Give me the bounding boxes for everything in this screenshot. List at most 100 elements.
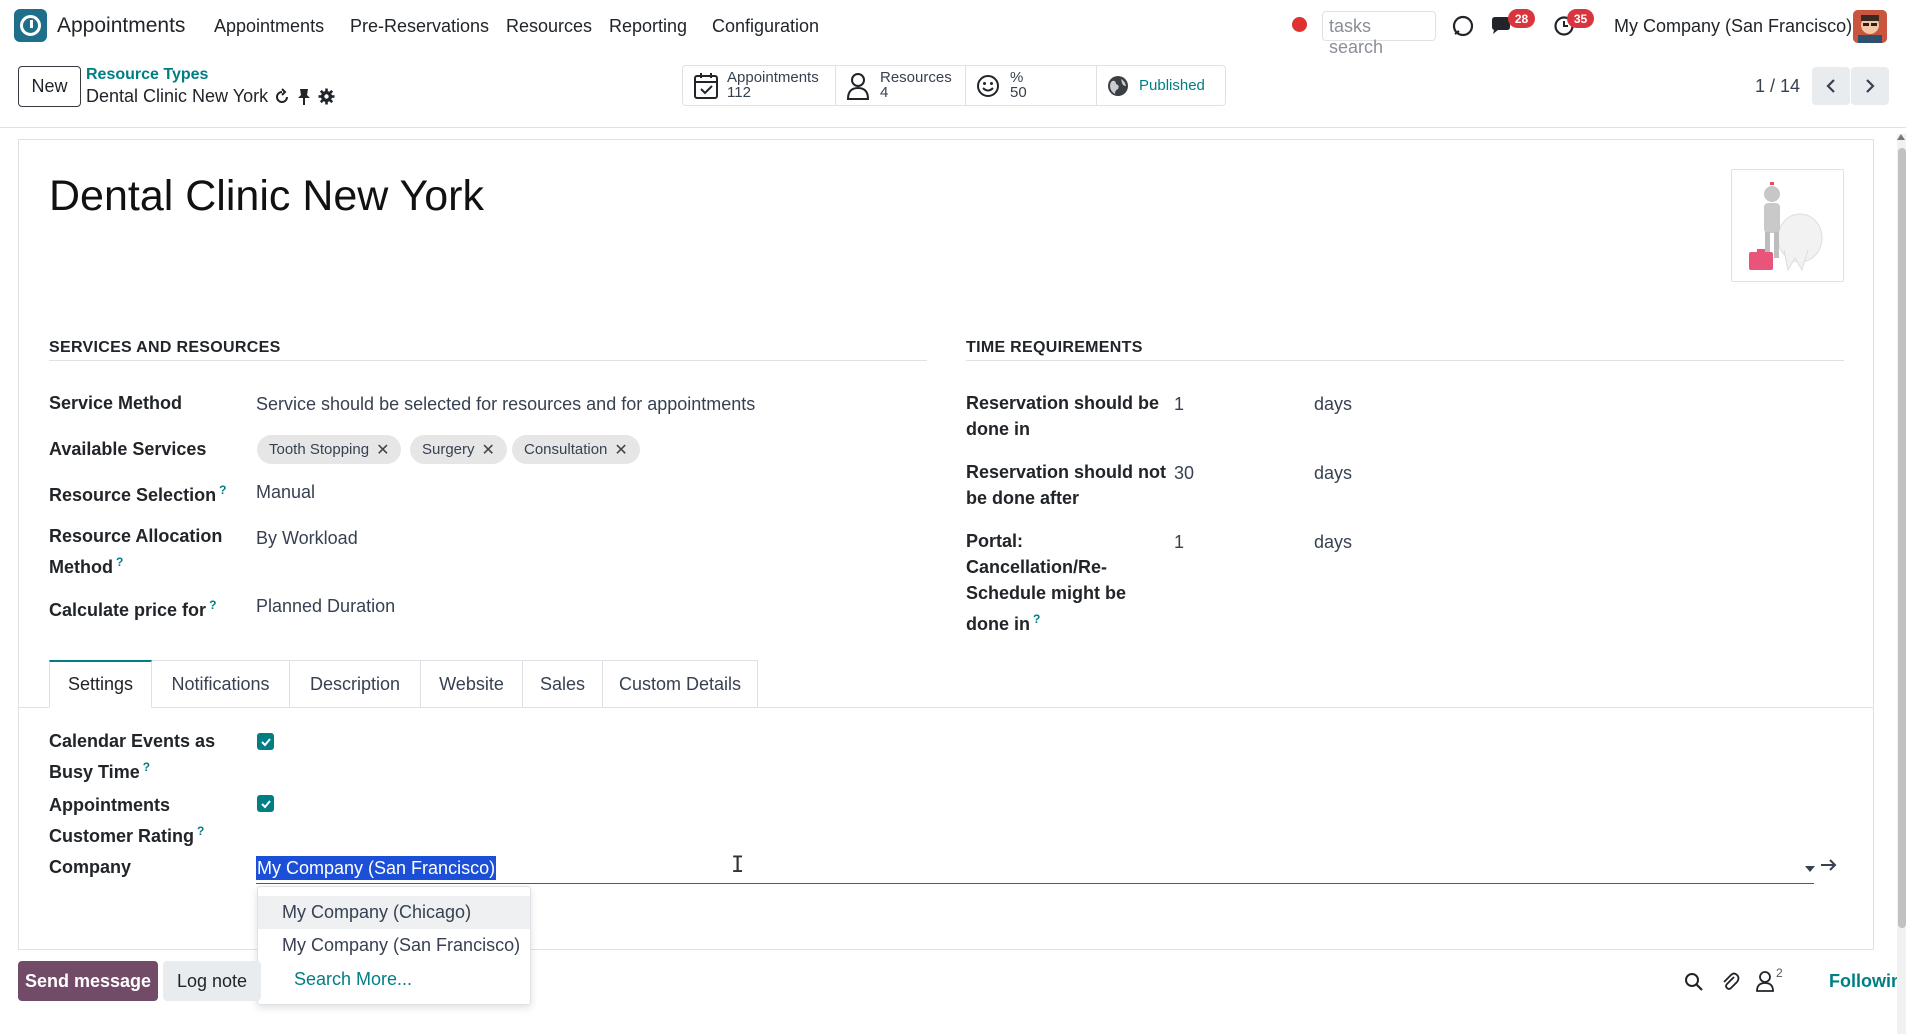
log-note-button[interactable]: Log note xyxy=(163,961,261,1001)
tag-text: Consultation xyxy=(524,441,608,458)
reservation-not-after-field[interactable]: 30 xyxy=(1174,460,1194,486)
remove-tag-icon[interactable]: ✕ xyxy=(376,440,389,460)
portal-cancel-field[interactable]: 1 xyxy=(1174,529,1184,555)
reservation-done-in-label-line1: Reservation should be xyxy=(966,393,1160,413)
menu-appointments[interactable]: Appointments xyxy=(214,16,324,37)
service-method-field[interactable]: Service should be selected for resources… xyxy=(256,391,755,417)
reservation-done-in-field[interactable]: 1 xyxy=(1174,391,1184,417)
appointments-app-icon[interactable] xyxy=(14,9,47,42)
rating-smart-button[interactable]: % 50 xyxy=(966,66,1097,105)
portal-cancel-label-line1: Portal: xyxy=(966,531,1024,551)
new-button[interactable]: New xyxy=(18,66,81,107)
tab-sales[interactable]: Sales xyxy=(523,660,603,708)
resource-type-image[interactable] xyxy=(1731,169,1844,282)
portal-cancel-unit: days xyxy=(1314,532,1353,552)
remove-tag-icon[interactable]: ✕ xyxy=(614,440,627,460)
breadcrumb-current: Dental Clinic New York xyxy=(86,86,269,106)
recording-indicator-icon[interactable] xyxy=(1292,17,1307,32)
tasks-search-input[interactable]: tasks search xyxy=(1322,11,1436,57)
pin-icon[interactable] xyxy=(297,88,311,106)
text-cursor-icon: I xyxy=(731,853,745,878)
chevron-right-icon xyxy=(1866,79,1875,93)
scroll-up-arrow-icon[interactable] xyxy=(1897,134,1905,140)
services-section-divider xyxy=(49,360,927,361)
calculate-price-label: Calculate price for? xyxy=(49,592,216,623)
tab-settings[interactable]: Settings xyxy=(49,660,152,708)
tab-description[interactable]: Description xyxy=(290,660,421,708)
pager-previous-button[interactable] xyxy=(1812,67,1850,105)
menu-reporting[interactable]: Reporting xyxy=(609,16,687,37)
voip-phone-icon[interactable] xyxy=(1451,14,1475,38)
tag-text: Tooth Stopping xyxy=(269,441,370,458)
control-panel-divider xyxy=(0,127,1906,128)
help-icon[interactable]: ? xyxy=(143,760,150,774)
check-icon xyxy=(260,737,271,746)
user-icon xyxy=(846,72,870,100)
calendar-busy-label: Calendar Events as Busy Time? xyxy=(49,728,215,785)
calendar-busy-checkbox[interactable] xyxy=(257,733,274,750)
globe-icon xyxy=(1108,75,1128,96)
services-section-title: SERVICES AND RESOURCES xyxy=(49,339,281,356)
resources-stat-label: Resources xyxy=(880,69,952,86)
tag-text: Surgery xyxy=(422,441,475,458)
refresh-icon[interactable] xyxy=(273,88,291,106)
help-icon[interactable]: ? xyxy=(197,824,204,838)
search-icon[interactable] xyxy=(1684,972,1704,992)
resource-selection-field[interactable]: Manual xyxy=(256,479,315,505)
calendar-busy-label-line2: Busy Time xyxy=(49,762,140,782)
time-section-title: TIME REQUIREMENTS xyxy=(966,339,1143,356)
dropdown-option-chicago[interactable]: My Company (Chicago) xyxy=(258,896,530,929)
check-icon xyxy=(260,799,271,808)
appointments-smart-button[interactable]: Appointments 112 xyxy=(683,66,836,105)
customer-rating-label-line1: Appointments xyxy=(49,795,170,815)
breadcrumb-resource-types[interactable]: Resource Types xyxy=(86,66,208,84)
service-tag-consultation: Consultation ✕ xyxy=(512,435,640,464)
remove-tag-icon[interactable]: ✕ xyxy=(482,440,495,460)
smiley-icon xyxy=(977,74,999,97)
record-title[interactable]: Dental Clinic New York xyxy=(49,172,484,221)
user-avatar[interactable] xyxy=(1853,10,1887,43)
tab-custom-details[interactable]: Custom Details xyxy=(603,660,758,708)
dropdown-option-san-francisco[interactable]: My Company (San Francisco) xyxy=(258,929,530,962)
scrollbar-thumb[interactable] xyxy=(1898,148,1906,928)
menu-resources[interactable]: Resources xyxy=(506,16,592,37)
pager-value[interactable]: 1 / 14 xyxy=(1755,76,1800,97)
calculate-price-field[interactable]: Planned Duration xyxy=(256,593,395,619)
tab-website[interactable]: Website xyxy=(421,660,523,708)
help-icon[interactable]: ? xyxy=(219,483,226,497)
customer-rating-checkbox[interactable] xyxy=(257,795,274,812)
reservation-not-after-label-line2: be done after xyxy=(966,488,1080,508)
following-button[interactable]: Following xyxy=(1829,971,1906,992)
help-icon[interactable]: ? xyxy=(1033,612,1040,626)
resource-allocation-label-line2: Method xyxy=(49,557,113,577)
caret-down-icon[interactable] xyxy=(1805,866,1815,872)
tab-notifications[interactable]: Notifications xyxy=(152,660,290,708)
chevron-left-icon xyxy=(1826,79,1835,93)
customer-rating-label-line2: Customer Rating xyxy=(49,826,195,846)
pager-next-button[interactable] xyxy=(1851,67,1889,105)
paperclip-icon[interactable] xyxy=(1720,970,1740,992)
reservation-not-after-unit: days xyxy=(1314,463,1353,483)
reservation-not-after-label: Reservation should not be done after xyxy=(966,459,1166,511)
company-switcher[interactable]: My Company (San Francisco) xyxy=(1614,16,1852,37)
company-field[interactable]: My Company (San Francisco) xyxy=(256,852,1814,884)
top-navbar: Appointments Appointments Pre-Reservatio… xyxy=(0,0,1906,57)
published-smart-button[interactable]: Published xyxy=(1097,66,1225,105)
form-tabs: Settings Notifications Description Websi… xyxy=(49,660,758,708)
resource-selection-label-text: Resource Selection xyxy=(49,485,217,505)
dropdown-search-more[interactable]: Search More... xyxy=(258,963,530,996)
resources-smart-button[interactable]: Resources 4 xyxy=(836,66,966,105)
resource-allocation-field[interactable]: By Workload xyxy=(256,525,358,551)
send-message-button[interactable]: Send message xyxy=(18,961,158,1001)
app-name[interactable]: Appointments xyxy=(57,14,185,38)
menu-configuration[interactable]: Configuration xyxy=(712,16,819,37)
rating-stat-value: 50 xyxy=(1010,84,1027,101)
company-field-selected-text[interactable]: My Company (San Francisco) xyxy=(256,856,497,880)
menu-pre-reservations[interactable]: Pre-Reservations xyxy=(350,16,489,37)
gear-icon[interactable] xyxy=(318,88,335,105)
followers-icon[interactable] xyxy=(1755,970,1775,992)
help-icon[interactable]: ? xyxy=(116,555,123,569)
help-icon[interactable]: ? xyxy=(209,598,216,612)
internal-link-arrow-icon[interactable] xyxy=(1820,857,1838,873)
resource-allocation-label-line1: Resource Allocation xyxy=(49,526,223,546)
